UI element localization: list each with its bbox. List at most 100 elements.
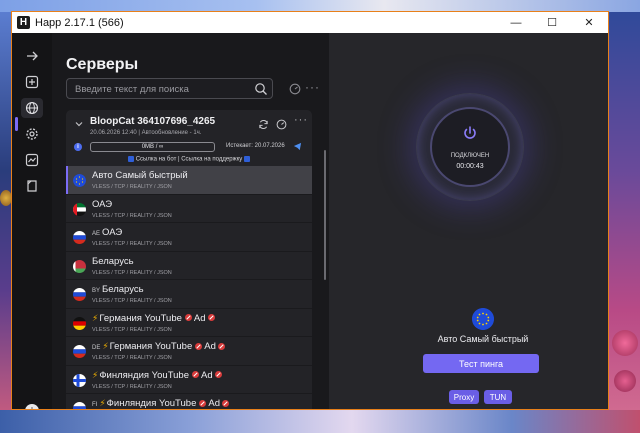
server-name-text: Авто Самый быстрый	[92, 170, 188, 181]
server-protocol: VLESS / TCP / REALITY / JSON	[92, 184, 172, 190]
server-name-text: Германия YouTube	[99, 312, 182, 324]
server-name: ⚡Германия YouTube Ad	[92, 313, 216, 324]
sidebar-item-servers[interactable]	[21, 98, 43, 118]
server-name: AE ОАЭ	[92, 227, 122, 238]
flag-ru-icon	[73, 231, 86, 244]
search-input[interactable]	[75, 82, 250, 96]
server-protocol: VLESS / TCP / REALITY / JSON	[92, 326, 172, 333]
ad-block-icon	[221, 399, 229, 407]
flag-fi-icon	[73, 373, 86, 387]
ad-block-icon	[217, 342, 225, 350]
search-icon[interactable]	[254, 82, 268, 96]
power-icon[interactable]	[462, 125, 478, 141]
connect-button[interactable]	[430, 107, 510, 187]
more-options-button[interactable]: ···	[305, 80, 320, 94]
test-ping-button[interactable]: Тест пинга	[423, 354, 539, 373]
server-name: FI ⚡Финляндия YouTube Ad	[92, 398, 230, 409]
sidebar: i	[12, 33, 52, 409]
wallpaper-flower	[612, 330, 638, 356]
chart-icon	[25, 153, 39, 167]
ping-group-icon[interactable]	[276, 119, 287, 130]
server-item[interactable]: ОАЭ VLESS / TCP / REALITY / JSON	[66, 195, 312, 223]
country-code: DE	[92, 345, 101, 351]
ad-label: Ad	[201, 369, 213, 381]
sidebar-item-logs[interactable]	[21, 176, 43, 196]
server-name: ⚡Финляндия YouTube Ad	[92, 370, 223, 381]
server-protocol: VLESS / TCP / REALITY / JSON	[92, 383, 172, 390]
arrow-right-icon	[27, 51, 38, 61]
proxy-mode-button[interactable]: Proxy	[449, 390, 479, 404]
flag-de-icon	[73, 316, 86, 330]
maximize-button[interactable]: ☐	[534, 12, 570, 33]
support-links[interactable]: Ссылка на бот | Ссылка на поддержку	[66, 156, 312, 163]
traffic-usage: 0MB / ∞	[141, 144, 164, 150]
server-item[interactable]: DE ⚡Германия YouTube Ad VLESS / TCP / REALI…	[66, 337, 312, 366]
country-code: BY	[92, 288, 101, 294]
app-logo-icon: H	[17, 16, 30, 29]
link-icon	[244, 156, 251, 162]
search-box	[66, 78, 273, 99]
tun-mode-button[interactable]: TUN	[484, 390, 512, 404]
subscription-group: BloopCat 364107696_4265 20.06.2026 12:40…	[66, 110, 312, 409]
plus-square-icon	[25, 75, 39, 89]
ad-block-icon	[207, 314, 215, 322]
server-name-text: Финляндия YouTube	[99, 369, 190, 381]
server-name-text: Германия YouTube	[109, 341, 193, 352]
page-title: Серверы	[66, 56, 139, 73]
server-list: Авто Самый быстрый VLESS / TCP / REALITY …	[66, 166, 312, 409]
close-button[interactable]: ✕	[570, 12, 608, 33]
server-name: Авто Самый быстрый	[92, 170, 188, 181]
server-name-text: Финляндия YouTube	[106, 398, 197, 409]
server-protocol: VLESS / TCP / REALITY / JSON	[92, 241, 172, 247]
ad-label: Ad	[193, 312, 206, 324]
gear-icon	[26, 128, 38, 140]
flag-by-icon	[73, 259, 86, 273]
server-item[interactable]: FI⚡Финляндия YouTubeAdVLESS / TCP / REAL…	[66, 394, 312, 409]
ad-block-icon	[214, 371, 222, 379]
flag-ru-icon	[73, 288, 86, 301]
sidebar-active-indicator	[15, 117, 18, 131]
chevron-down-icon[interactable]	[74, 119, 84, 129]
flag-auto-icon	[73, 174, 86, 187]
telegram-send-icon[interactable]	[293, 142, 302, 151]
server-protocol: VLESS / TCP / REALITY / JSON	[92, 298, 172, 304]
ad-block-icon	[195, 342, 203, 350]
clipboard-icon	[27, 180, 37, 192]
scrollbar[interactable]	[324, 150, 326, 280]
sidebar-item-stats[interactable]	[21, 150, 43, 170]
connection-panel: ПОДКЛЮЧЕН 00:00:43 Авто Самый быстрый Те…	[329, 33, 608, 409]
refresh-icon[interactable]	[258, 119, 269, 130]
expiry-date: Истекает: 20.07.2026	[226, 143, 285, 149]
subscription-name: BloopCat 364107696_4265	[90, 116, 216, 127]
group-more-button[interactable]: ···	[294, 114, 308, 126]
server-item[interactable]: Авто Самый быстрый VLESS / TCP / REALITY …	[66, 166, 312, 195]
window-title: Happ 2.17.1 (566)	[35, 16, 124, 29]
country-code: AE	[92, 231, 101, 237]
current-server-name: Авто Самый быстрый	[437, 334, 529, 344]
lightning-icon: ⚡	[99, 398, 106, 408]
ad-block-icon	[199, 399, 207, 407]
server-item[interactable]: BY Беларусь VLESS / TCP / REALITY / JSON	[66, 280, 312, 309]
server-name-text: Беларусь	[102, 284, 144, 295]
info-icon[interactable]: i	[74, 143, 82, 151]
server-item[interactable]: AE ОАЭ VLESS / TCP / REALITY / JSON	[66, 223, 312, 252]
ad-block-icon	[192, 371, 200, 379]
server-name: ОАЭ	[92, 199, 112, 210]
server-item[interactable]: Беларусь VLESS / TCP / REALITY / JSON	[66, 252, 312, 280]
globe-icon	[25, 101, 39, 115]
sidebar-item-settings[interactable]	[21, 124, 43, 144]
connection-status: ПОДКЛЮЧЕН	[450, 153, 490, 159]
desktop-wallpaper-bottom	[0, 410, 640, 433]
ad-block-icon	[184, 314, 192, 322]
sidebar-item-connect[interactable]	[21, 46, 43, 66]
ping-all-icon[interactable]	[289, 83, 301, 95]
about-info-button[interactable]: i	[25, 404, 39, 409]
server-name: BY Беларусь	[92, 284, 144, 295]
country-code: FI	[92, 402, 98, 408]
sidebar-item-add[interactable]	[21, 72, 43, 92]
minimize-button[interactable]: —	[498, 12, 534, 33]
server-item[interactable]: ⚡Германия YouTube Ad VLESS / TCP / REALITY…	[66, 309, 312, 337]
server-protocol: VLESS / TCP / REALITY / JSON	[92, 269, 172, 276]
server-protocol: VLESS / TCP / REALITY / JSON	[92, 212, 172, 219]
server-item[interactable]: ⚡Финляндия YouTube Ad VLESS / TCP / REALIT…	[66, 366, 312, 394]
